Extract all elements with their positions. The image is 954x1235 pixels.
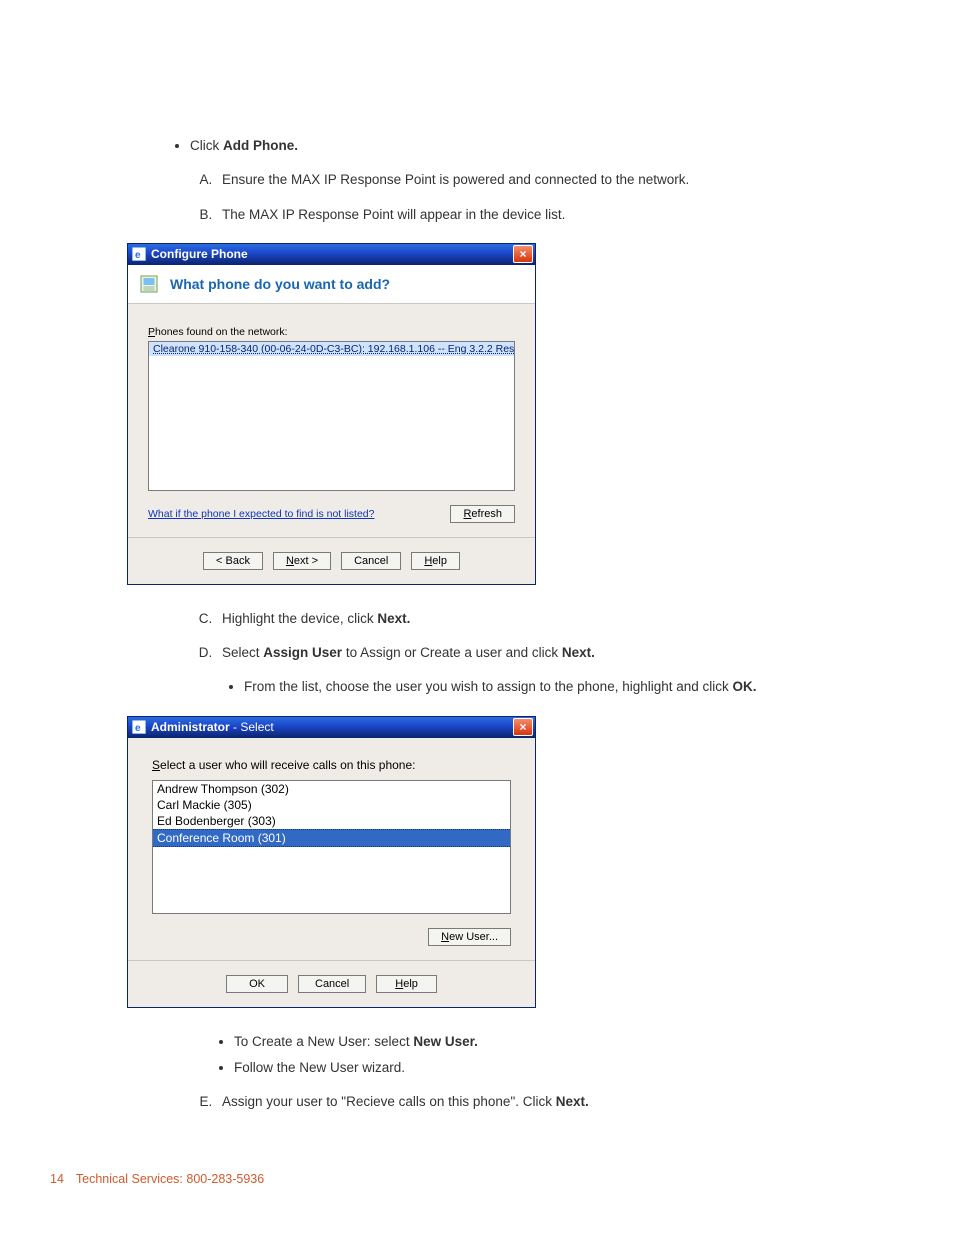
help-button[interactable]: Help — [411, 552, 460, 570]
select-user-label: Select a user who will receive calls on … — [152, 758, 511, 772]
phone-row[interactable]: Clearone 910-158-340 (00-06-24-0D-C3-BC)… — [149, 342, 514, 356]
app-icon: e — [132, 720, 146, 734]
help-button[interactable]: Help — [376, 975, 437, 993]
step-d: Select Assign User to Assign or Create a… — [216, 643, 874, 698]
next-button[interactable]: Next > — [273, 552, 331, 570]
user-row[interactable]: Andrew Thompson (302) — [153, 781, 510, 797]
cancel-button[interactable]: Cancel — [341, 552, 401, 570]
phones-label: Phones found on the network: — [148, 326, 515, 338]
configure-phone-dialog: e Configure Phone × What phone do you wa… — [127, 243, 536, 585]
titlebar[interactable]: e Administrator - Select × — [128, 717, 535, 738]
ok-button[interactable]: OK — [226, 975, 288, 993]
step-d-sub: From the list, choose the user you wish … — [244, 677, 874, 697]
refresh-button[interactable]: Refresh — [450, 505, 515, 523]
page-footer: 14 Technical Services: 800-283-5936 — [50, 1172, 874, 1186]
dialog-button-row: OK Cancel Help — [128, 960, 535, 1007]
svg-text:e: e — [135, 250, 141, 261]
titlebar[interactable]: e Configure Phone × — [128, 244, 535, 265]
footer-text: Technical Services: 800-283-5936 — [76, 1172, 264, 1186]
back-button[interactable]: < Back — [203, 552, 263, 570]
dialog-title: Administrator - Select — [151, 720, 513, 734]
step-a: Ensure the MAX IP Response Point is powe… — [216, 170, 874, 190]
user-row[interactable]: Carl Mackie (305) — [153, 797, 510, 813]
steps-list-e: Assign your user to "Recieve calls on th… — [172, 1092, 874, 1112]
app-icon: e — [132, 247, 146, 261]
bullet-follow-wizard: Follow the New User wizard. — [234, 1058, 874, 1078]
user-listbox[interactable]: Andrew Thompson (302)Carl Mackie (305)Ed… — [152, 780, 511, 914]
dialog-button-row: < Back Next > Cancel Help — [128, 537, 535, 584]
phone-listbox[interactable]: Clearone 910-158-340 (00-06-24-0D-C3-BC)… — [148, 341, 515, 491]
step-e: Assign your user to "Recieve calls on th… — [216, 1092, 874, 1112]
svg-text:e: e — [135, 723, 141, 734]
dialog-question: What phone do you want to add? — [170, 276, 390, 292]
dialog-title: Configure Phone — [151, 247, 513, 261]
steps-list-ab: Ensure the MAX IP Response Point is powe… — [172, 170, 874, 225]
top-bullets: Click Add Phone. — [172, 136, 874, 156]
user-row[interactable]: Conference Room (301) — [153, 829, 510, 847]
close-icon[interactable]: × — [513, 718, 533, 736]
close-icon[interactable]: × — [513, 245, 533, 263]
user-row[interactable]: Ed Bodenberger (303) — [153, 813, 510, 829]
bullet-add-phone: Click Add Phone. — [190, 136, 874, 156]
post-dialog-bullets: To Create a New User: select New User. F… — [172, 1032, 874, 1079]
steps-list-cd: Highlight the device, click Next. Select… — [172, 609, 874, 698]
new-user-button[interactable]: New User... — [428, 928, 511, 946]
step-b: The MAX IP Response Point will appear in… — [216, 205, 874, 225]
not-listed-link[interactable]: What if the phone I expected to find is … — [148, 508, 374, 520]
page-number: 14 — [50, 1172, 64, 1186]
bullet-new-user: To Create a New User: select New User. — [234, 1032, 874, 1052]
admin-select-dialog: e Administrator - Select × Select a user… — [127, 716, 536, 1008]
phone-icon — [138, 273, 160, 295]
step-c: Highlight the device, click Next. — [216, 609, 874, 629]
cancel-button[interactable]: Cancel — [298, 975, 366, 993]
